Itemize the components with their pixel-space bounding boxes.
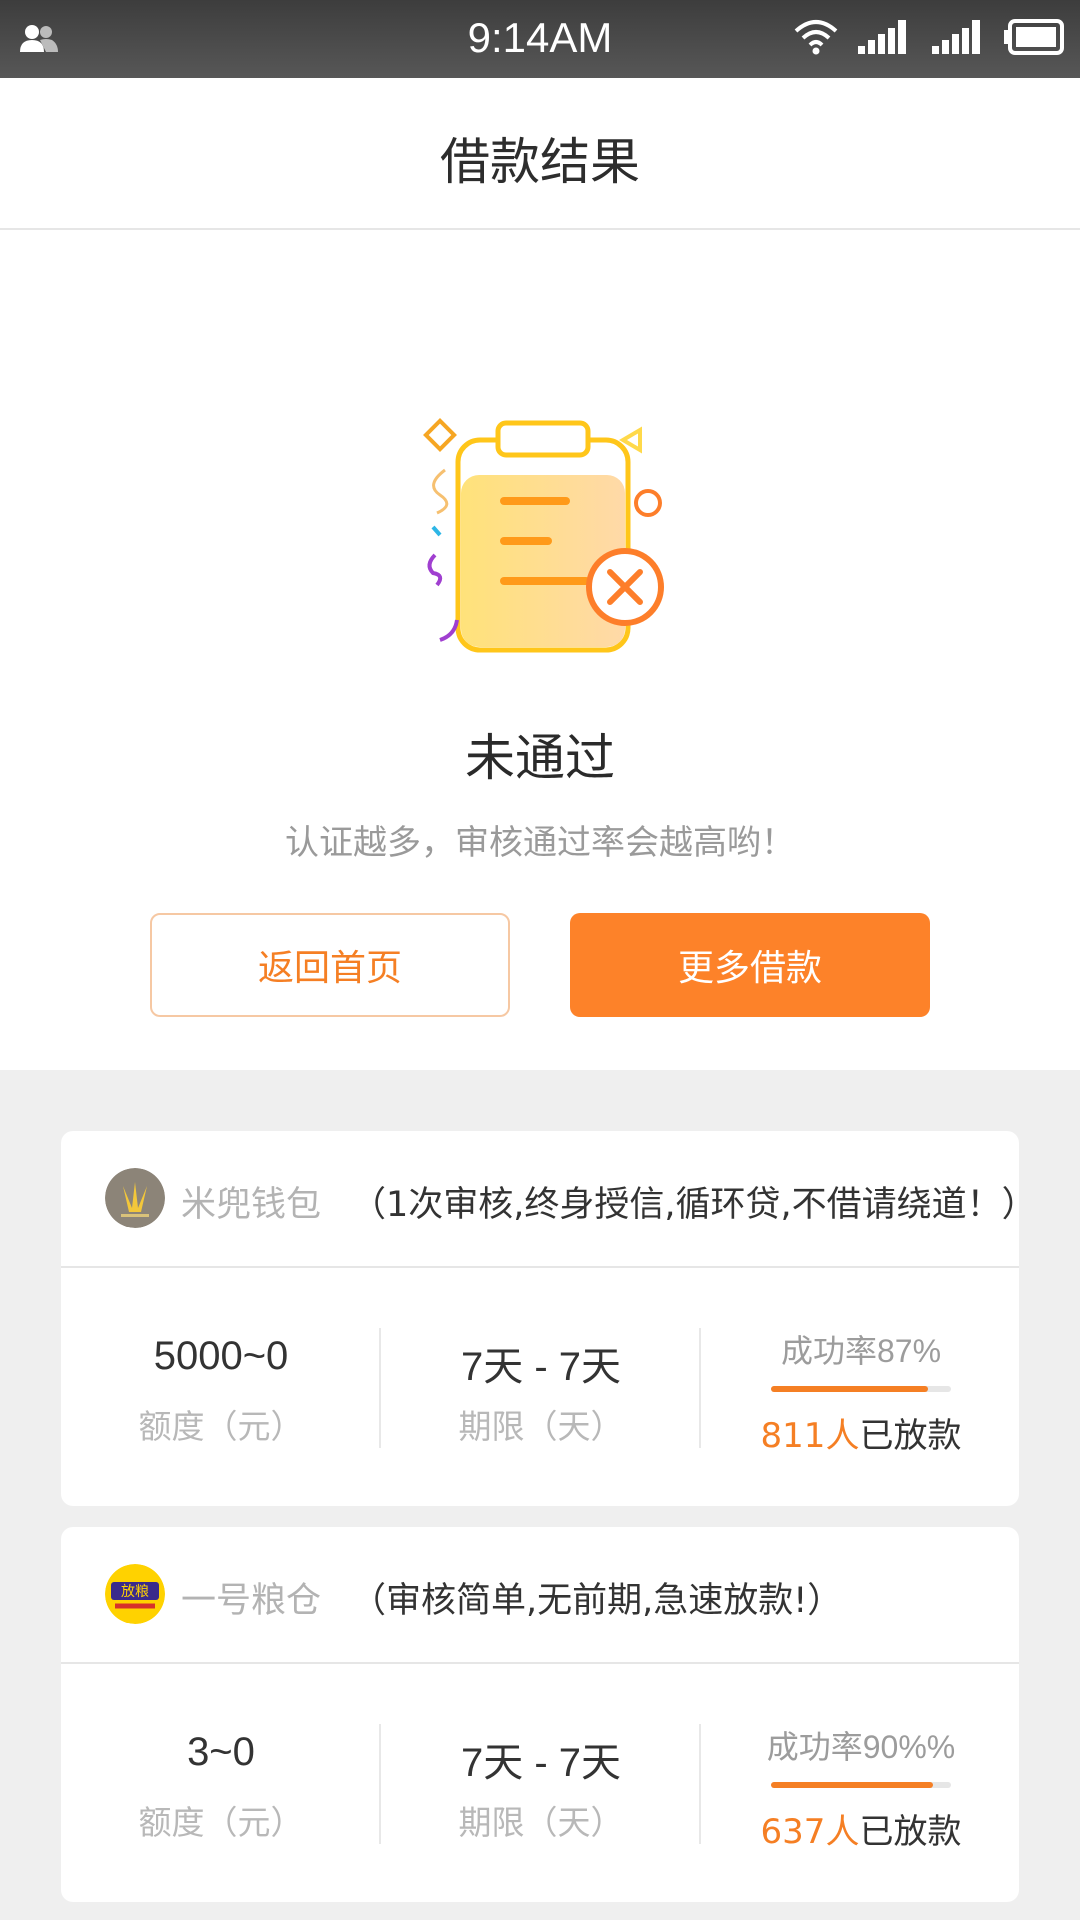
more-loans-button[interactable]: 更多借款 bbox=[570, 913, 930, 1017]
amount-label: 额度（元） bbox=[138, 1803, 304, 1842]
amount-label: 额度（元） bbox=[138, 1407, 304, 1446]
wifi-icon bbox=[794, 19, 838, 59]
page-title: 借款结果 bbox=[440, 133, 640, 191]
status-bar: 9:14AM bbox=[0, 0, 1080, 78]
back-home-button[interactable]: 返回首页 bbox=[150, 913, 510, 1017]
battery-icon bbox=[1004, 19, 1064, 59]
rejected-clipboard-icon bbox=[423, 418, 664, 653]
term-value: 7天 - 7天 bbox=[460, 1741, 622, 1785]
svg-text:放粮: 放粮 bbox=[121, 1584, 149, 1600]
loan-product-card[interactable]: 米兜钱包 （1次审核,终身授信,循环贷,不借请绕道！） 5000~0 额度（元）… bbox=[61, 1131, 1037, 1506]
signal-sim2-icon bbox=[856, 18, 912, 60]
term-label: 期限（天） bbox=[458, 1803, 624, 1842]
product-logo: 放粮 bbox=[105, 1564, 165, 1624]
lent-count: 811人已放款 bbox=[760, 1416, 962, 1456]
product-slogan: （审核简单,无前期,急速放款!） bbox=[351, 1581, 843, 1621]
term-label: 期限（天） bbox=[458, 1407, 624, 1446]
product-logo bbox=[105, 1168, 165, 1228]
amount-value: 5000~0 bbox=[153, 1334, 289, 1378]
header: 借款结果 bbox=[0, 78, 1080, 230]
term-value: 7天 - 7天 bbox=[460, 1345, 622, 1389]
success-rate-label: 成功率90%% bbox=[766, 1729, 956, 1765]
amount-value: 3~0 bbox=[187, 1730, 255, 1774]
product-name: 米兜钱包 bbox=[181, 1185, 322, 1225]
success-rate-bar bbox=[771, 1386, 951, 1392]
result-hint: 认证越多，审核通过率会越高哟！ bbox=[285, 823, 795, 863]
product-name: 一号粮仓 bbox=[181, 1581, 322, 1621]
product-slogan: （1次审核,终身授信,循环贷,不借请绕道！） bbox=[351, 1185, 1037, 1225]
success-rate-bar bbox=[771, 1782, 951, 1788]
success-rate-label: 成功率87% bbox=[780, 1333, 942, 1369]
result-panel: 未通过 认证越多，审核通过率会越高哟！ 返回首页 更多借款 bbox=[0, 230, 1080, 1070]
signal-sim1-icon bbox=[930, 18, 986, 60]
result-status: 未通过 bbox=[465, 729, 615, 787]
lent-count: 637人已放款 bbox=[760, 1812, 962, 1852]
loan-product-card[interactable]: 放粮 一号粮仓 （审核简单,无前期,急速放款!） 3~0 额度（元） 7天 - … bbox=[61, 1527, 1019, 1902]
